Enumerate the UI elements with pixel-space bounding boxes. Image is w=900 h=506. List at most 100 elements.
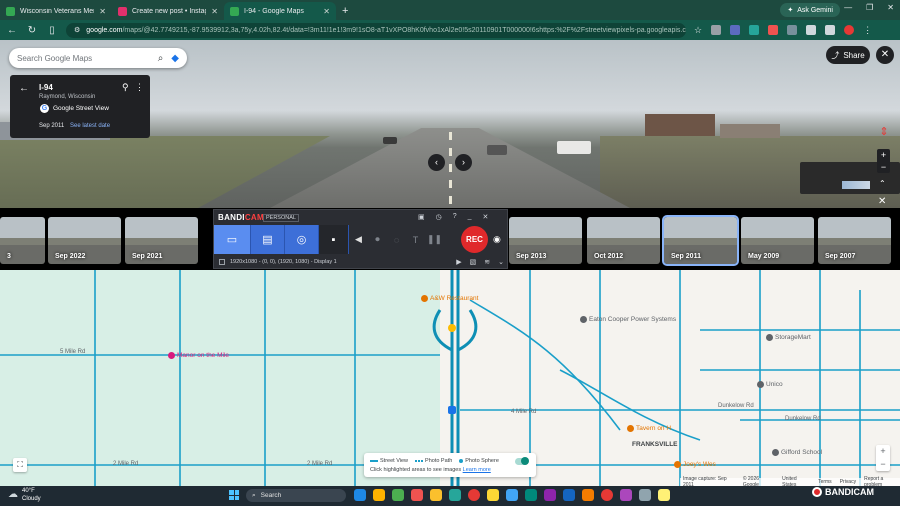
game-mode-button[interactable]: ◎ bbox=[285, 225, 319, 254]
image-icon[interactable]: ▧ bbox=[470, 258, 477, 266]
directions-icon[interactable]: ◆ bbox=[171, 53, 179, 64]
speaker-button[interactable]: ◀ bbox=[349, 225, 368, 254]
bandicam-tray-icon[interactable] bbox=[812, 487, 822, 497]
timeline-thumbnail[interactable]: 3 bbox=[0, 217, 45, 264]
taskbar-app-icon[interactable] bbox=[601, 489, 613, 501]
taskbar-app-icon[interactable] bbox=[658, 489, 670, 501]
record-button[interactable]: REC bbox=[461, 226, 488, 253]
tab-wisconsin-veterans[interactable]: Wisconsin Veterans Mem Hwy ✕ bbox=[0, 2, 112, 20]
device-mode-button[interactable]: ▤ bbox=[251, 225, 285, 254]
weather-widget[interactable]: ☁ 40°F Cloudy bbox=[8, 487, 41, 503]
sidebar-icon[interactable]: ▯ bbox=[46, 25, 58, 36]
split-view-icon[interactable] bbox=[825, 25, 836, 35]
taskbar-app-icon[interactable] bbox=[506, 489, 518, 501]
pause-button[interactable]: ❚❚ bbox=[425, 225, 444, 254]
microphone-button[interactable]: ⏺ bbox=[368, 225, 387, 254]
site-info-icon[interactable]: ⚙ bbox=[74, 23, 80, 38]
poi-label[interactable]: Unico bbox=[757, 381, 783, 388]
minimap-thumbnail[interactable] bbox=[842, 181, 870, 189]
refresh-icon[interactable]: ↻ bbox=[26, 25, 38, 36]
capture-area-checkbox[interactable] bbox=[219, 259, 225, 265]
video-icon[interactable]: ▶ bbox=[456, 258, 461, 266]
poi-label[interactable]: Manor on the Mile bbox=[168, 352, 229, 359]
timeline-thumbnail[interactable]: Sep 2021 bbox=[125, 217, 198, 264]
bookmark-star-icon[interactable]: ☆ bbox=[694, 25, 702, 36]
learn-more-link[interactable]: Learn more bbox=[463, 467, 491, 473]
timeline-thumbnail[interactable]: Sep 2013 bbox=[509, 217, 582, 264]
extension-icon[interactable] bbox=[730, 25, 741, 35]
taskbar-app-icon[interactable] bbox=[639, 489, 651, 501]
expand-chevron-icon[interactable]: ⌃ bbox=[879, 179, 886, 188]
navigate-right-button[interactable]: › bbox=[455, 154, 472, 171]
street-view-layer-toggle[interactable] bbox=[515, 457, 529, 465]
extension-icon[interactable] bbox=[711, 25, 722, 35]
taskbar-app-icon[interactable] bbox=[392, 489, 404, 501]
poi-label[interactable]: Eaton Cooper Power Systems bbox=[580, 316, 676, 323]
tab-instagram[interactable]: Create new post • Instagram ✕ bbox=[112, 2, 224, 20]
taskbar-app-icon[interactable] bbox=[449, 489, 461, 501]
taskbar-app-icon[interactable] bbox=[620, 489, 632, 501]
taskbar-app-icon[interactable] bbox=[525, 489, 537, 501]
close-tab-icon[interactable]: ✕ bbox=[99, 7, 106, 16]
screenshot-icon[interactable]: ◉ bbox=[493, 234, 501, 245]
ask-gemini-button[interactable]: ✦ Ask Gemini bbox=[780, 3, 840, 17]
zoom-in-button[interactable]: + bbox=[877, 149, 890, 161]
pegman-icon[interactable] bbox=[448, 324, 456, 332]
maximize-icon[interactable]: ❐ bbox=[866, 3, 873, 12]
timeline-thumbnail[interactable]: Oct 2012 bbox=[587, 217, 660, 264]
mouse-effects-button[interactable]: ◌ bbox=[387, 225, 406, 254]
help-icon[interactable]: ? bbox=[453, 213, 457, 221]
taskbar-app-icon[interactable] bbox=[373, 489, 385, 501]
webcam-toggle-button[interactable]: ▪ bbox=[319, 225, 349, 254]
zoom-out-button[interactable]: − bbox=[877, 161, 890, 173]
close-timeline-icon[interactable]: ✕ bbox=[878, 196, 886, 207]
close-street-view-button[interactable]: ✕ bbox=[876, 46, 894, 64]
settings-icon[interactable]: ◷ bbox=[436, 213, 442, 221]
address-bar[interactable]: ⚙ google.com/maps/@42.7749215,-87.953991… bbox=[66, 22, 686, 38]
extensions-puzzle-icon[interactable] bbox=[806, 25, 817, 35]
fullscreen-icon[interactable]: ⛶ bbox=[13, 458, 27, 472]
windows-start-icon[interactable] bbox=[229, 490, 239, 500]
taskbar-app-icon[interactable] bbox=[487, 489, 499, 501]
taskbar-app-icon[interactable] bbox=[563, 489, 575, 501]
extension-icon[interactable] bbox=[768, 25, 779, 35]
close-window-icon[interactable]: ✕ bbox=[887, 3, 894, 12]
timeline-thumbnail[interactable]: Sep 2022 bbox=[48, 217, 121, 264]
menu-kebab-icon[interactable]: ⋮ bbox=[863, 25, 872, 36]
profile-avatar-icon[interactable] bbox=[844, 25, 855, 35]
extension-icon[interactable] bbox=[787, 25, 798, 35]
timeline-thumbnail[interactable]: Sep 2007 bbox=[818, 217, 891, 264]
compass-icon[interactable]: ⇕ bbox=[876, 125, 892, 141]
navigate-left-button[interactable]: ‹ bbox=[428, 154, 445, 171]
poi-label[interactable]: Gifford School bbox=[772, 449, 822, 456]
attribution-item[interactable]: Privacy bbox=[840, 479, 856, 485]
minimize-icon[interactable]: — bbox=[844, 3, 852, 12]
see-latest-date-link[interactable]: See latest date bbox=[70, 123, 110, 129]
collapse-chevron-icon[interactable]: ⌄ bbox=[498, 258, 504, 266]
new-tab-button[interactable]: + bbox=[336, 2, 354, 20]
minimize-icon[interactable]: _ bbox=[468, 213, 472, 221]
back-icon[interactable]: ← bbox=[6, 25, 18, 36]
more-options-icon[interactable]: ⋮ bbox=[135, 82, 144, 93]
taskbar-app-icon[interactable] bbox=[468, 489, 480, 501]
timeline-thumbnail[interactable]: Sep 2011 bbox=[662, 215, 739, 266]
taskbar-app-icon[interactable] bbox=[430, 489, 442, 501]
taskbar-app-icon[interactable] bbox=[582, 489, 594, 501]
attribution-item[interactable]: Terms bbox=[818, 479, 832, 485]
extension-icon[interactable] bbox=[749, 25, 760, 35]
search-icon[interactable]: ⌕ bbox=[158, 53, 164, 64]
folder-icon[interactable]: ▣ bbox=[418, 213, 425, 221]
map-zoom-out-button[interactable]: − bbox=[876, 458, 890, 471]
taskbar-app-icon[interactable] bbox=[411, 489, 423, 501]
back-arrow-icon[interactable]: ← bbox=[19, 83, 29, 94]
timeline-thumbnail[interactable]: May 2009 bbox=[741, 217, 814, 264]
map-zoom-in-button[interactable]: + bbox=[876, 445, 890, 458]
taskbar-app-icon[interactable] bbox=[544, 489, 556, 501]
location-pin-icon[interactable]: ⚲ bbox=[122, 82, 129, 93]
screen-mode-button[interactable]: ▭ bbox=[214, 225, 251, 254]
share-button[interactable]: ⤴ Share bbox=[826, 46, 870, 64]
tab-google-maps[interactable]: I-94 - Google Maps ✕ bbox=[224, 2, 336, 20]
close-tab-icon[interactable]: ✕ bbox=[211, 7, 218, 16]
poi-label[interactable]: StorageMart bbox=[766, 334, 811, 341]
text-overlay-button[interactable]: T bbox=[406, 225, 425, 254]
